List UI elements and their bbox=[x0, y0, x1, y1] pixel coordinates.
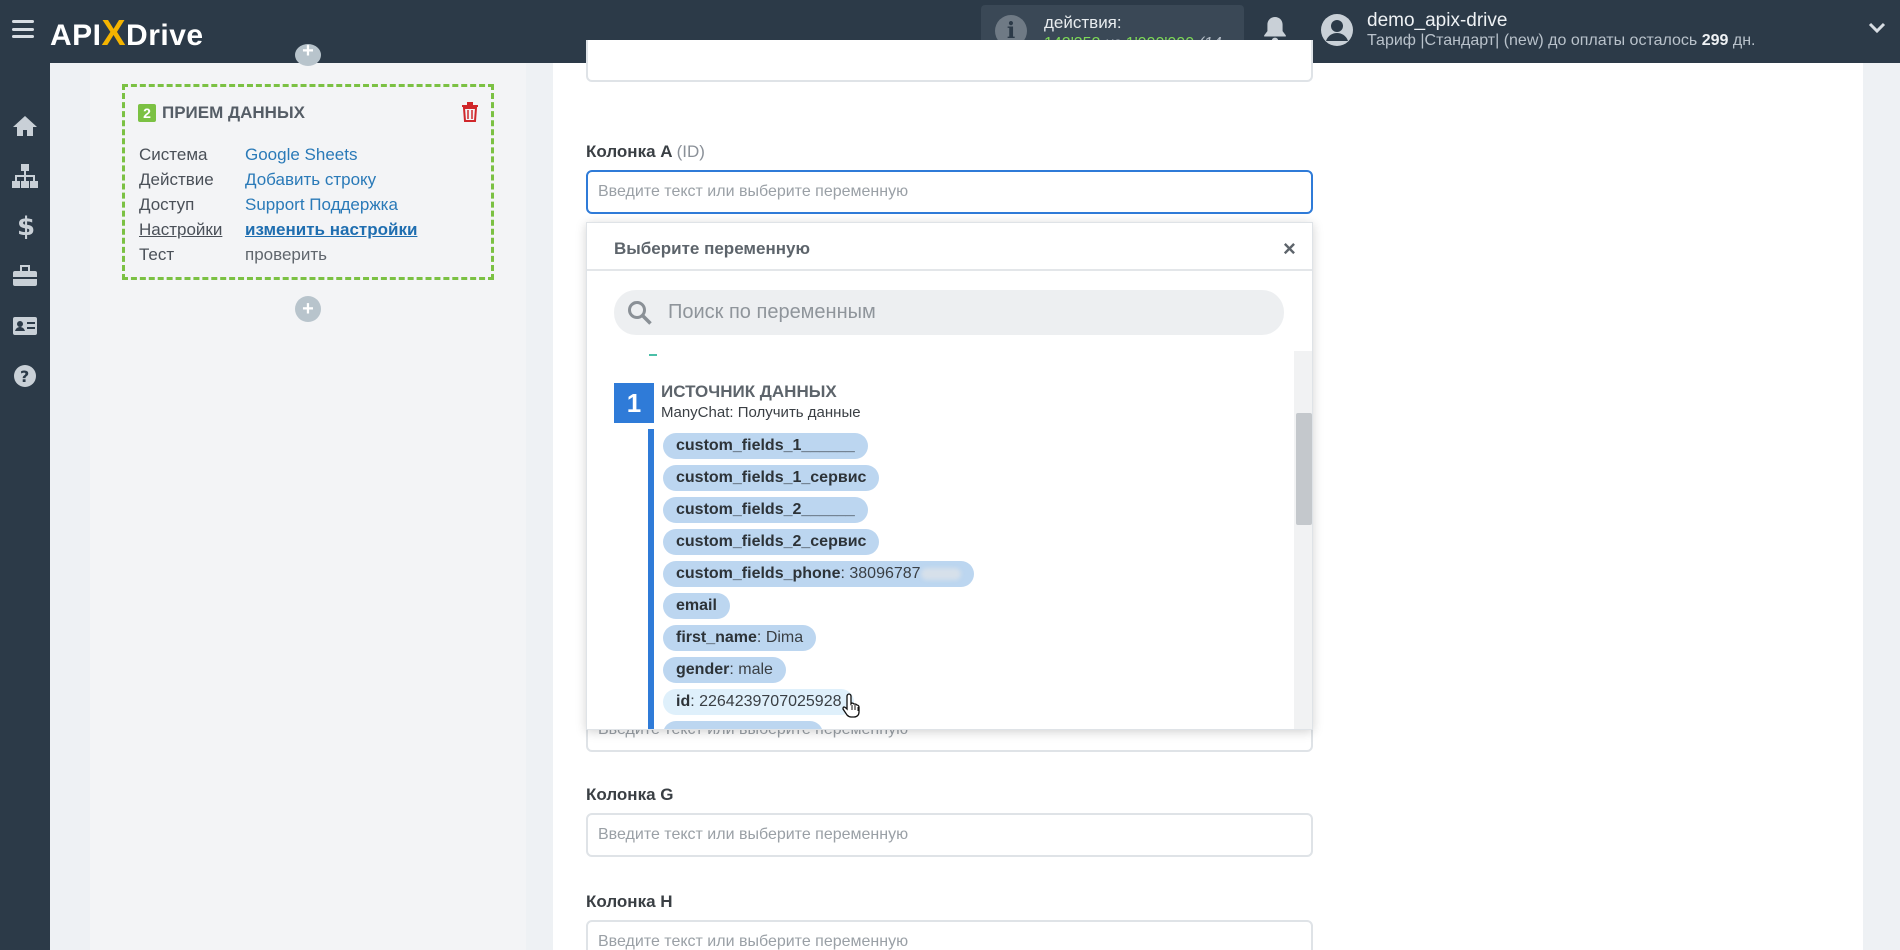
variable-list: 1 ИСТОЧНИК ДАННЫХ ManyChat: Получить дан… bbox=[587, 351, 1297, 729]
source-subtitle: ManyChat: Получить данные bbox=[661, 404, 861, 421]
dropdown-header: Выберите переменную × bbox=[587, 223, 1312, 271]
variable-chip[interactable]: custom_fields_1______ bbox=[663, 433, 868, 459]
dollar-icon[interactable]: $ bbox=[10, 211, 40, 241]
add-step-button-top[interactable]: + bbox=[295, 41, 321, 66]
actions-label: действия: bbox=[1044, 13, 1122, 32]
step-title: ПРИЕМ ДАННЫХ bbox=[162, 103, 305, 122]
search-icon bbox=[628, 301, 652, 325]
variable-chip[interactable] bbox=[663, 721, 823, 729]
add-step-button[interactable]: + bbox=[295, 296, 321, 322]
close-icon[interactable]: × bbox=[1283, 236, 1296, 262]
access-link[interactable]: Support Поддержка bbox=[245, 195, 398, 215]
user-avatar-icon[interactable] bbox=[1320, 13, 1354, 47]
help-icon[interactable]: ? bbox=[10, 361, 40, 391]
column-g-label: Колонка G bbox=[586, 785, 674, 804]
column-h-label: Колонка H bbox=[586, 892, 673, 911]
svg-text:$: $ bbox=[17, 212, 34, 240]
dropdown-title: Выберите переменную bbox=[614, 239, 810, 258]
column-h-input[interactable] bbox=[586, 920, 1313, 950]
column-a-label: Колонка A (ID) bbox=[586, 142, 705, 161]
dropdown-scrollbar-thumb[interactable] bbox=[1296, 413, 1312, 525]
variable-chip[interactable]: custom_fields_phone: 38096787 bbox=[663, 561, 974, 587]
system-link[interactable]: Google Sheets bbox=[245, 145, 357, 165]
previous-field[interactable] bbox=[586, 40, 1313, 82]
redacted-value bbox=[920, 567, 961, 580]
user-plan: Тариф |Стандарт| (new) до оплаты осталос… bbox=[1367, 32, 1756, 49]
sitemap-icon[interactable] bbox=[10, 161, 40, 191]
action-link[interactable]: Добавить строку bbox=[245, 170, 376, 190]
variable-chip[interactable]: custom_fields_2______ bbox=[663, 497, 868, 523]
menu-icon[interactable] bbox=[12, 20, 34, 38]
variable-chip[interactable]: custom_fields_1_сервис bbox=[663, 465, 880, 491]
column-a-input[interactable] bbox=[586, 170, 1313, 214]
id-card-icon[interactable] bbox=[10, 311, 40, 341]
column-g-input[interactable] bbox=[586, 813, 1313, 857]
step-header: 2 ПРИЕМ ДАННЫХ bbox=[138, 103, 305, 123]
chevron-down-icon[interactable] bbox=[1868, 22, 1886, 34]
variable-search-input[interactable] bbox=[668, 290, 1268, 335]
left-rail: $ ? bbox=[0, 63, 50, 950]
variable-chip-hovered[interactable]: id: 2264239707025928 bbox=[663, 689, 855, 715]
source-number: 1 bbox=[614, 383, 654, 423]
variable-search bbox=[614, 290, 1284, 335]
step-number: 2 bbox=[138, 104, 156, 122]
variable-picker-dropdown: Выберите переменную × 1 ИСТОЧНИК ДАННЫХ … bbox=[586, 222, 1313, 730]
briefcase-icon[interactable] bbox=[10, 261, 40, 291]
variable-chip[interactable]: gender: male bbox=[663, 657, 786, 683]
home-icon[interactable] bbox=[10, 111, 40, 141]
variable-chip[interactable]: email bbox=[663, 593, 730, 619]
step-card-receive-data: 2 ПРИЕМ ДАННЫХ Система Google Sheets Дей… bbox=[122, 84, 494, 280]
scroll-marker bbox=[649, 354, 657, 356]
dropdown-scrollbar[interactable] bbox=[1294, 351, 1312, 729]
svg-text:?: ? bbox=[20, 367, 29, 386]
source-group-bar bbox=[648, 429, 654, 729]
variable-chip[interactable]: custom_fields_2_сервис bbox=[663, 529, 880, 555]
trash-icon[interactable] bbox=[461, 102, 479, 122]
test-link[interactable]: проверить bbox=[245, 245, 327, 265]
variable-chip[interactable]: first_name: Dima bbox=[663, 625, 817, 651]
source-title: ИСТОЧНИК ДАННЫХ bbox=[661, 382, 837, 401]
user-name[interactable]: demo_apix-drive bbox=[1367, 10, 1507, 32]
apix-drive-logo[interactable]: APIXDrive bbox=[50, 12, 204, 54]
change-settings-link[interactable]: изменить настройки bbox=[245, 220, 417, 240]
